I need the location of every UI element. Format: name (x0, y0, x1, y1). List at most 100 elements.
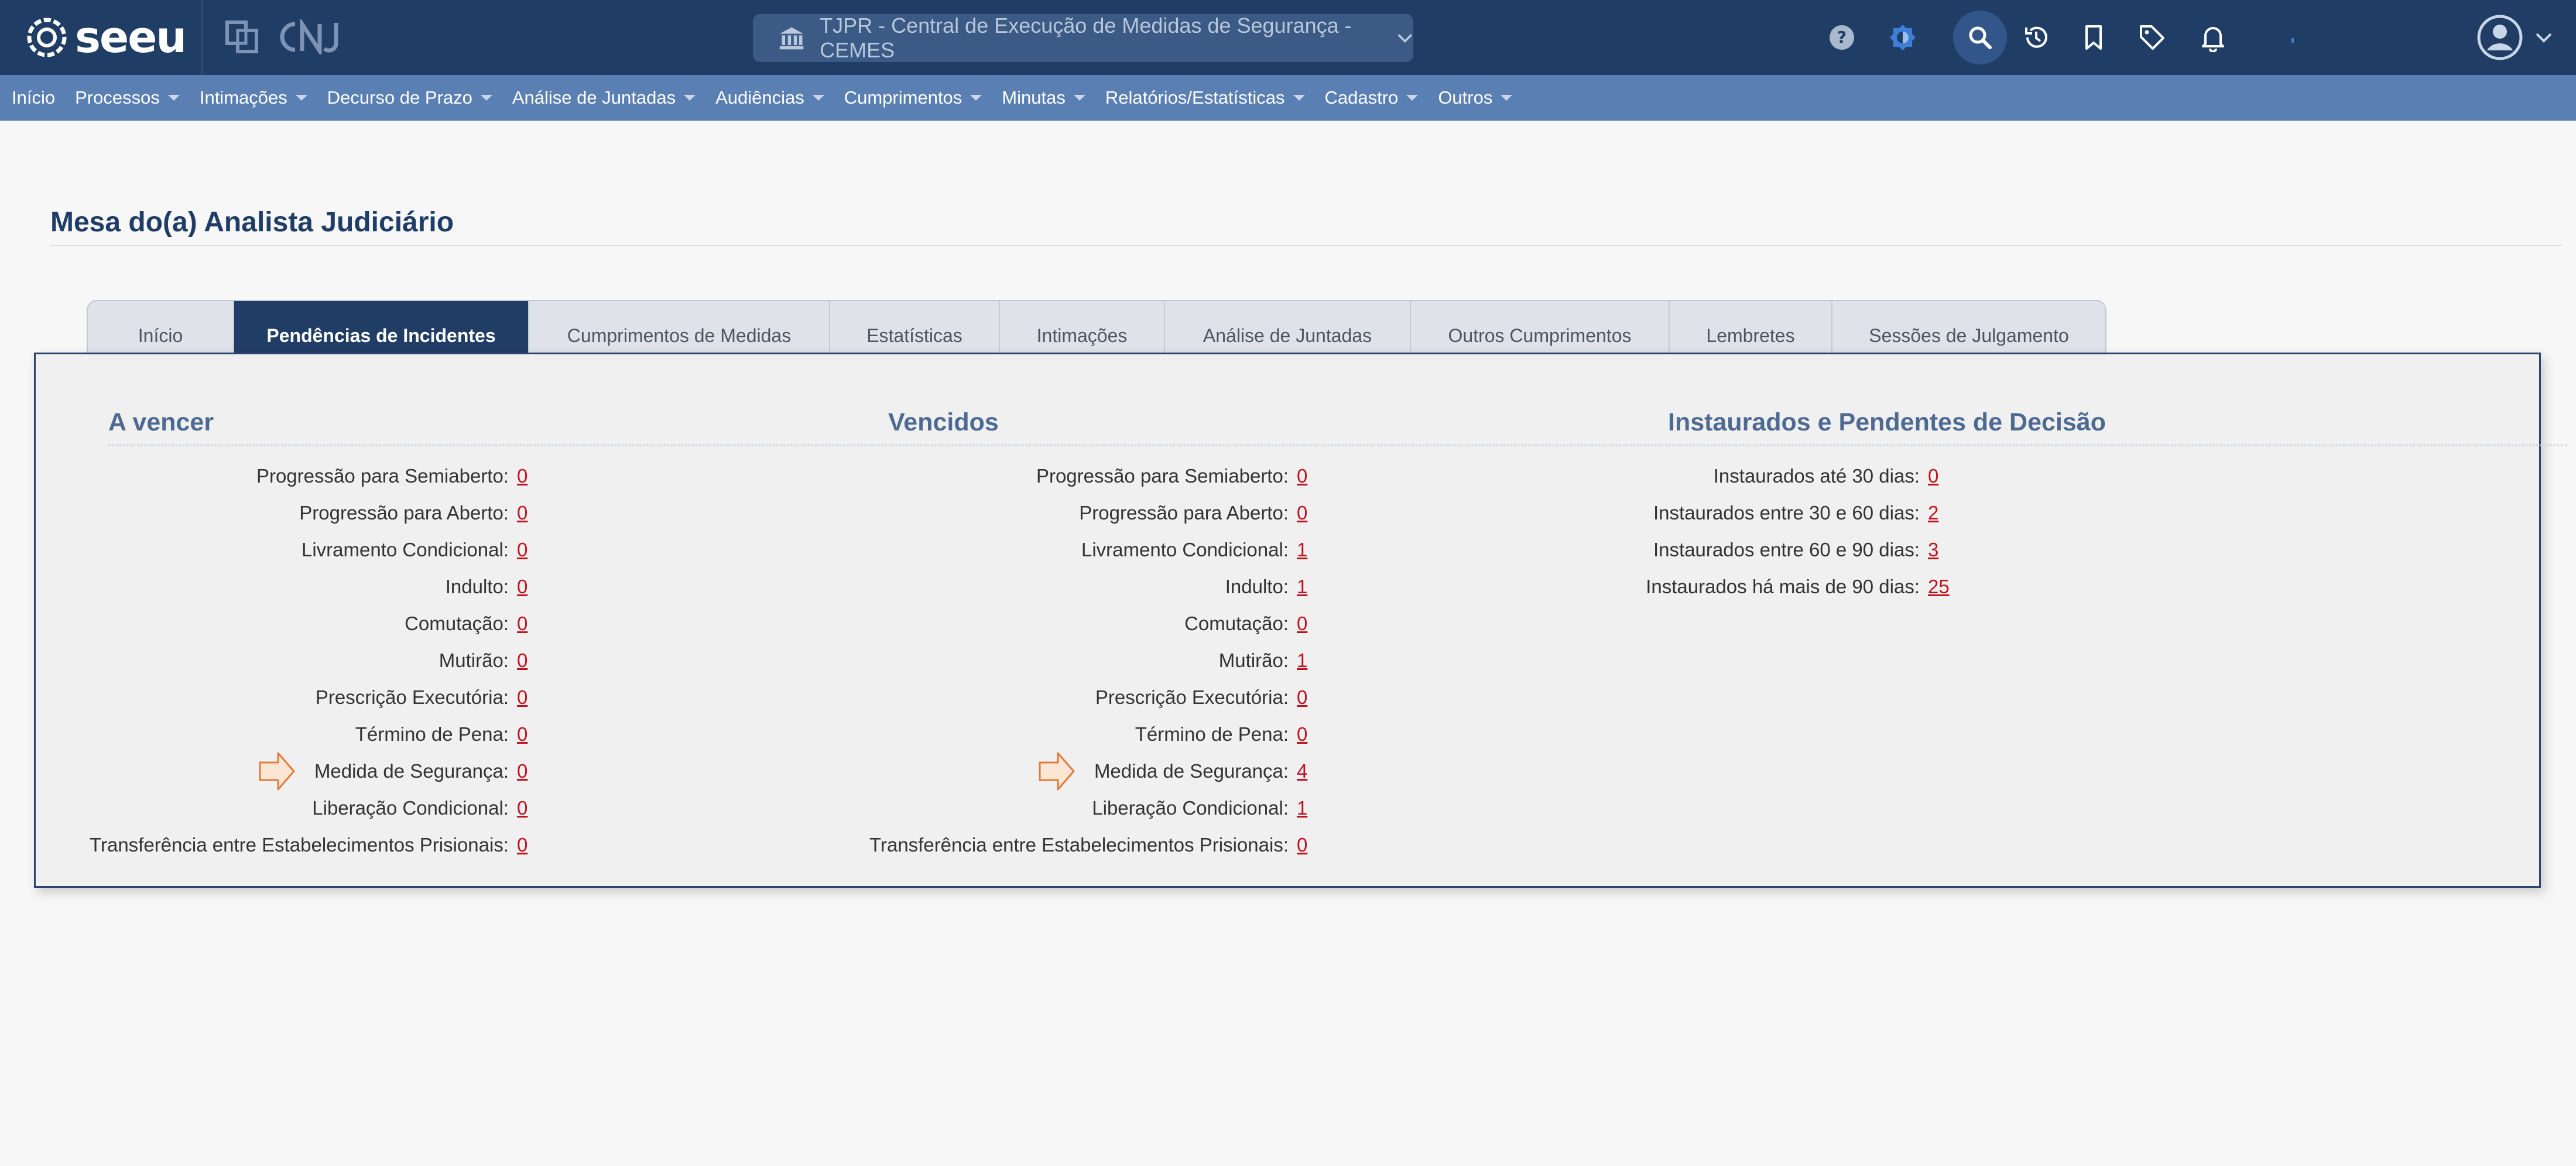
caret-down-icon (1073, 95, 1085, 101)
chevron-down-icon (2536, 33, 2552, 43)
courthouse-icon (779, 27, 804, 50)
seeu-gear-icon (27, 18, 67, 57)
menu-item-cadastro[interactable]: Cadastro (1325, 87, 1419, 108)
menu-item-minutas[interactable]: Minutas (1002, 87, 1085, 108)
svg-text:?: ? (1837, 28, 1847, 47)
caret-down-icon (1406, 95, 1419, 101)
search-button[interactable] (1953, 11, 2007, 64)
page-title: Mesa do(a) Analista Judiciário (50, 207, 454, 238)
court-selector-label: TJPR - Central de Execução de Medidas de… (820, 13, 1352, 62)
seeu-logo-text: seeu (75, 12, 187, 63)
count-link[interactable]: 3 (1928, 537, 1938, 563)
tab-label: Sessões de Julgamento (1869, 325, 2069, 346)
chevron-down-icon (1397, 34, 1413, 43)
menu-item-label: Relatórios/Estatísticas (1105, 87, 1285, 108)
row-label: Comutação: (1184, 613, 1289, 634)
menu-item-label: Intimações (199, 87, 287, 108)
count-link[interactable]: 4 (1297, 758, 1307, 784)
menu-item-label: Cadastro (1324, 87, 1399, 108)
help-icon: ? (1830, 25, 1854, 50)
history-button[interactable] (2009, 11, 2063, 64)
tab-label: Cumprimentos de Medidas (567, 325, 792, 346)
tab-label: Análise de Juntadas (1203, 325, 1372, 346)
menu-item-inicio[interactable]: Início (12, 87, 55, 108)
count-link[interactable]: 25 (1928, 574, 1950, 600)
pending-row-medida-de-seguranca: Medida de Segurança: 4 (36, 758, 1307, 784)
tab-label: Estatísticas (866, 325, 962, 346)
caret-down-icon (1293, 95, 1305, 101)
bookmark-icon (2085, 25, 2102, 50)
count-link[interactable]: 0 (1928, 463, 1938, 489)
menu-item-label: Início (12, 87, 56, 108)
menu-item-relatorios-estatisticas[interactable]: Relatórios/Estatísticas (1105, 87, 1305, 108)
tab-bar: Início Pendências de Incidentes Cumpriment… (87, 300, 2106, 355)
count-link[interactable]: 0 (1297, 611, 1307, 637)
pending-row-instaurados-ha-mais-de-90-dias: Instaurados há mais de 90 dias: 25 (36, 574, 1950, 600)
count-link[interactable]: 1 (1297, 648, 1307, 673)
tab-cumprimentos-de-medidas[interactable]: Cumprimentos de Medidas (529, 301, 830, 355)
tab-pendencias-de-incidentes[interactable]: Pendências de Incidentes (234, 301, 529, 355)
count-link[interactable]: 2 (1928, 500, 1938, 526)
menu-item-processos[interactable]: Processos (75, 87, 180, 108)
menu-item-label: Cumprimentos (844, 87, 962, 108)
court-selector[interactable]: TJPR - Central de Execução de Medidas de… (753, 13, 1413, 62)
heading-divider (108, 444, 2567, 446)
pending-row-prescricao-executoria: Prescrição Executória: 0 (36, 685, 1308, 710)
menu-item-analise-de-juntadas[interactable]: Análise de Juntadas (512, 87, 696, 108)
caret-down-icon (1501, 95, 1513, 101)
cnj-emblem-icon (225, 20, 258, 53)
menu-item-decurso-de-prazo[interactable]: Decurso de Prazo (327, 87, 492, 108)
count-link[interactable]: 0 (1297, 832, 1307, 858)
bell-icon (2202, 27, 2224, 52)
row-label: Medida de Segurança: (1094, 760, 1289, 782)
tag-icon (2140, 25, 2164, 50)
tab-label: Pendências de Incidentes (266, 325, 496, 346)
count-link[interactable]: 0 (1297, 722, 1307, 747)
menu-item-outros[interactable]: Outros (1438, 87, 1513, 108)
row-label: Transferência entre Estabelecimentos Pri… (869, 834, 1289, 856)
count-link[interactable]: 0 (1297, 685, 1307, 710)
caret-down-icon (684, 95, 696, 101)
title-divider (50, 245, 2562, 246)
arrow-right-icon (1039, 752, 1075, 791)
section-heading-a-vencer: A vencer (108, 408, 214, 436)
history-icon (2025, 26, 2047, 48)
cnj-letters-icon (280, 19, 338, 54)
row-label: Instaurados entre 60 e 90 dias: (1653, 539, 1920, 560)
seeu-logo[interactable]: seeu (26, 12, 187, 63)
menu-item-label: Decurso de Prazo (327, 87, 472, 108)
tags-button[interactable] (2125, 11, 2179, 64)
tab-label: Outros Cumprimentos (1448, 325, 1632, 346)
user-avatar-icon (2477, 15, 2523, 60)
count-link[interactable]: 1 (1297, 795, 1307, 821)
menu-item-label: Outros (1438, 87, 1493, 108)
menu-item-label: Processos (75, 87, 160, 108)
help-button[interactable]: ? (1815, 11, 1869, 64)
pendencias-panel: A vencer Progressão para Semiaberto: 0 Prog… (34, 353, 2567, 888)
bookmark-button[interactable] (2067, 11, 2121, 64)
row-label: Instaurados entre 30 e 60 dias: (1653, 502, 1920, 524)
row-label: Término de Pena: (1135, 723, 1289, 745)
pending-row-comutacao: Comutação: 0 (36, 611, 1307, 637)
menu-item-cumprimentos[interactable]: Cumprimentos (844, 87, 982, 108)
tab-lembretes[interactable]: Lembretes (1670, 301, 1832, 355)
tab-inicio[interactable]: Início (88, 301, 234, 355)
menu-item-intimacoes[interactable]: Intimações (200, 87, 307, 108)
user-menu[interactable] (2475, 13, 2553, 62)
notifications-button[interactable] (2186, 11, 2240, 64)
tab-estatisticas[interactable]: Estatísticas (830, 301, 1000, 355)
tab-label: Intimações (1036, 325, 1128, 346)
menu-item-label: Minutas (1002, 87, 1066, 108)
tab-outros-cumprimentos[interactable]: Outros Cumprimentos (1411, 301, 1670, 355)
row-label: Prescrição Executória: (1095, 686, 1289, 708)
theme-toggle-button[interactable] (1876, 11, 1930, 64)
menu-item-audiencias[interactable]: Audiências (715, 87, 824, 108)
tab-intimacoes[interactable]: Intimações (1000, 301, 1165, 355)
row-label: Liberação Condicional: (1092, 797, 1289, 819)
pending-row-instaurados-entre-60-e-90-dias: Instaurados entre 60 e 90 dias: 3 (36, 537, 1938, 563)
tab-sessoes-de-julgamento[interactable]: Sessões de Julgamento (1832, 301, 2105, 355)
tab-analise-de-juntadas[interactable]: Análise de Juntadas (1165, 301, 1411, 355)
status-indicator (2266, 11, 2320, 64)
section-heading-instaurados-e-pendentes-de-decisao: Instaurados e Pendentes de Decisão (1668, 408, 2106, 436)
pending-row-instaurados-entre-30-e-60-dias: Instaurados entre 30 e 60 dias: 2 (36, 500, 1938, 526)
